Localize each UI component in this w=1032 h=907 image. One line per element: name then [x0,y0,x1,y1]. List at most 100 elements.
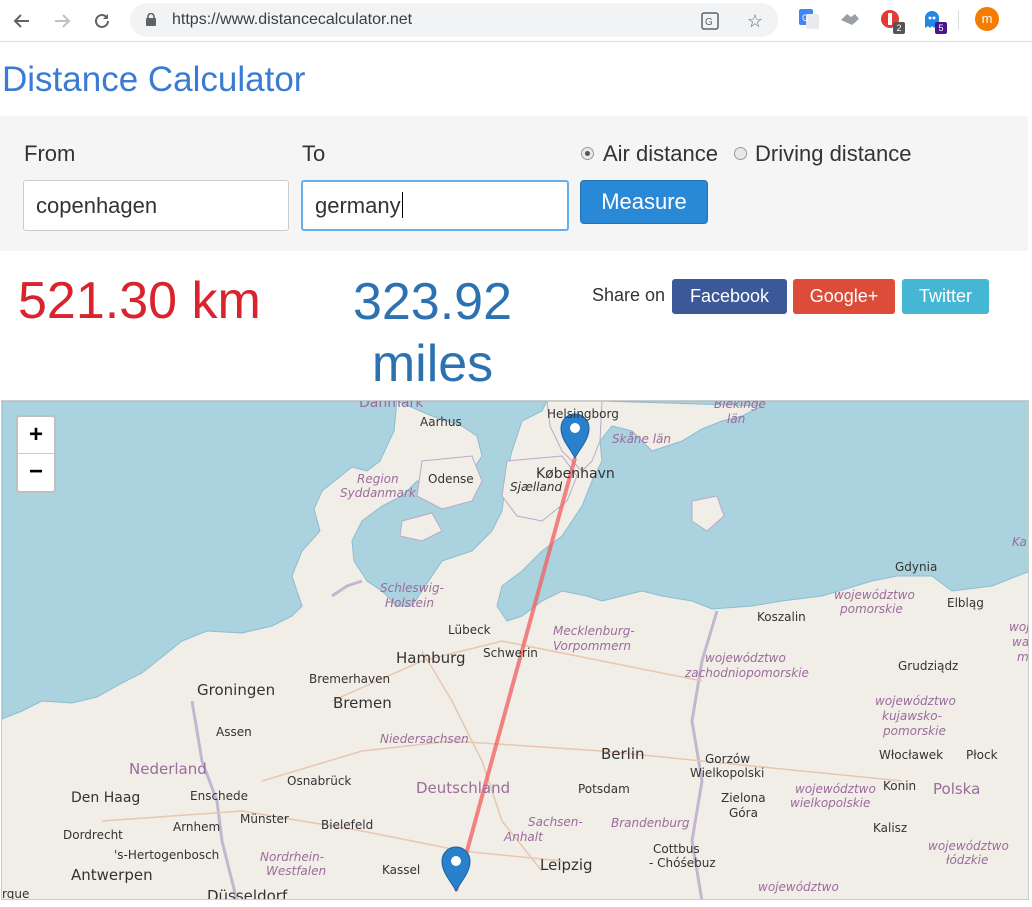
map-label: województwo [928,839,1009,853]
map-label: Potsdam [578,782,630,796]
map-label: Nederland [129,760,207,778]
map-label: pomorskie [839,602,903,616]
air-distance-label[interactable]: Air distance [603,141,718,167]
profile-avatar[interactable]: m [975,7,999,31]
map-label: Den Haag [71,790,140,806]
google-translate-icon[interactable]: G [797,7,821,31]
adblock-badge: 2 [893,22,905,34]
map-label: Hamburg [396,649,466,667]
map-label: Gdynia [895,560,937,574]
map-label: 's-Hertogenbosch [114,848,219,862]
ghost-icon[interactable]: 5 [920,7,947,34]
zoom-out-button[interactable]: − [18,454,54,491]
map-label: Bremen [333,694,392,712]
map-label: rque [2,887,29,900]
to-input[interactable]: germany [301,180,569,231]
map-label: Helsingborg [547,407,619,421]
browser-toolbar: https://www.distancecalculator.net G ☆ G… [0,0,1032,42]
share-label: Share on [592,285,666,305]
reload-icon[interactable] [88,7,116,35]
map-label: Płock [966,748,998,762]
map-label: m [1017,650,1029,664]
map-label: Niedersachsen [380,732,469,746]
measure-button[interactable]: Measure [580,180,708,224]
ghost-badge: 5 [935,22,947,34]
adblock-icon[interactable]: 2 [878,7,905,34]
forward-arrow-icon[interactable] [48,7,76,35]
distance-km: 521.30 km [18,272,261,330]
distance-miles: 323.92 miles [330,271,535,395]
map-label: Cottbus [653,842,700,856]
map-label: Schleswig- [380,581,444,595]
map-label: Polska [933,780,980,798]
map-label: Schwerin [483,646,538,660]
map-label: Aarhus [420,415,462,429]
map-label: łódzkie [946,853,988,867]
map-label: województwo [834,588,915,602]
page-title[interactable]: Distance Calculator [2,60,305,100]
map-label: Skåne län [612,432,671,446]
twitter-share-button[interactable]: Twitter [902,279,989,314]
map-label: województwo [875,694,956,708]
map-label: Blekinge [714,401,766,411]
translate-icon[interactable]: G [700,11,720,31]
map-label: Region [357,472,399,486]
svg-text:G: G [705,17,713,28]
map-label: Dordrecht [63,828,123,842]
map-label: pomorskie [882,724,946,738]
miles-unit: miles [371,335,494,393]
map-label: Góra [729,806,758,820]
map-label: Düsseldorf [207,887,288,900]
map-label: Arnhem [173,820,220,834]
to-label: To [302,141,326,166]
map-label: Grudziądz [898,659,958,673]
map-view[interactable]: Danmark Aarhus Helsingborg Blekinge län … [1,400,1029,900]
map-label: woj [1009,620,1029,634]
marker-to-icon[interactable] [441,846,471,893]
handshake-icon[interactable] [838,7,862,31]
map-label: Zielona [721,791,766,805]
lock-icon [146,13,156,26]
map-label: Leipzig [540,856,593,874]
zoom-control: + − [16,415,56,493]
from-input[interactable]: copenhagen [23,180,289,231]
driving-distance-label[interactable]: Driving distance [755,141,912,167]
url-text: https://www.distancecalculator.net [172,11,413,28]
zoom-in-button[interactable]: + [18,417,54,454]
miles-value: 323.92 [352,273,513,331]
map-label: kujawsko- [882,709,942,723]
map-label: Kassel [382,863,420,877]
map-label: Syddanmark [340,486,417,500]
map-label: wa [1012,635,1029,649]
map-label: Münster [240,812,289,826]
map-label: Antwerpen [71,866,153,884]
driving-distance-radio[interactable] [734,147,747,160]
to-input-value: germany [315,193,401,218]
map-label: Holstein [385,596,434,610]
address-bar[interactable]: https://www.distancecalculator.net G ☆ [130,3,778,37]
map-label: Osnabrück [287,774,351,788]
map-label: Wielkopolski [690,766,764,780]
map-label: Lübeck [448,623,491,637]
map-label: Koszalin [757,610,806,624]
map-label: Brandenburg [611,816,690,830]
map-label: - Chóśebuz [649,856,716,870]
facebook-share-button[interactable]: Facebook [672,279,787,314]
map-label: Deutschland [416,779,510,797]
map-label: zachodniopomorskie [684,666,809,680]
map-label: Enschede [190,789,248,803]
map-label: województwo [705,651,786,665]
from-label: From [24,141,76,166]
air-distance-radio[interactable] [581,147,594,160]
map-label: Vorpommern [553,639,631,653]
map-label: Assen [216,725,252,739]
google-plus-share-button[interactable]: Google+ [793,279,895,314]
map-label: Bielefeld [321,818,373,832]
back-arrow-icon[interactable] [8,7,36,35]
map-label: Konin [883,779,916,793]
map-canvas[interactable]: Danmark Aarhus Helsingborg Blekinge län … [2,401,1029,900]
map-label: Bremerhaven [309,672,390,686]
map-label: województwo [758,880,839,894]
star-icon[interactable]: ☆ [745,11,765,31]
map-label: Danmark [359,401,424,411]
